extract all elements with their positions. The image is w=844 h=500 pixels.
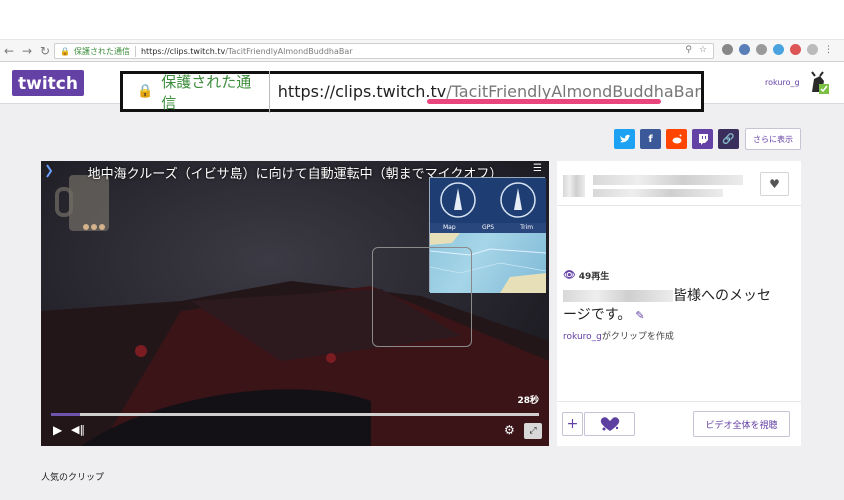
avatar[interactable] <box>804 70 830 96</box>
play-icon[interactable]: ▶ <box>53 423 62 437</box>
brand-text: twitch <box>18 74 78 94</box>
highlight-underline <box>427 99 661 104</box>
divider <box>557 401 801 402</box>
username[interactable]: rokuro_g <box>765 78 800 87</box>
emote-heart-icon <box>600 417 619 431</box>
extensions-area: ⋮ <box>722 44 833 55</box>
creator-suffix: がクリップを作成 <box>601 332 674 342</box>
reload-icon[interactable]: ↻ <box>36 42 54 60</box>
creator-link[interactable]: rokuro_g <box>563 332 602 342</box>
progress-bar[interactable] <box>51 413 539 416</box>
eye-icon: 👁 <box>563 270 576 281</box>
popular-clips-heading: 人気のクリップ <box>41 473 105 483</box>
clip-duration: 28秒 <box>517 396 539 406</box>
video-player[interactable]: 地中海クルーズ（イビサ島）に向けて自動運転中（朝までマイクオフ） ☰ Map G… <box>41 161 549 446</box>
game-name-blurred <box>593 189 723 197</box>
twitter-share-button[interactable] <box>614 129 635 149</box>
settings-gear-icon[interactable]: ⚙ <box>504 423 515 437</box>
gauges <box>430 178 546 223</box>
secure-label-large: 保護された通信 <box>161 70 270 113</box>
reddit-share-button[interactable] <box>666 129 687 149</box>
heart-icon: ♥ <box>769 177 780 191</box>
back-arrow-icon[interactable]: ← <box>0 42 18 60</box>
instrument-tabs: Map GPS Trim <box>430 223 546 233</box>
emote-button[interactable] <box>584 412 635 436</box>
broadcaster-avatar-blurred[interactable] <box>563 175 585 197</box>
more-button[interactable]: さらに表示 <box>745 128 801 150</box>
extension-icon[interactable] <box>739 44 750 55</box>
url-callout: 🔒 保護された通信 https://clips.twitch.tv/TacitF… <box>120 70 704 113</box>
tab-gps[interactable]: GPS <box>469 223 508 233</box>
watch-full-video-button[interactable]: ビデオ全体を視聴 <box>693 411 790 437</box>
add-button[interactable]: + <box>562 412 583 436</box>
twitch-share-button[interactable] <box>692 129 713 149</box>
extension-icon[interactable] <box>807 44 818 55</box>
lock-icon: 🔒 <box>60 46 70 56</box>
plus-icon: + <box>566 416 579 432</box>
url-path: /TacitFriendlyAlmondBuddhaBar <box>225 46 353 56</box>
lock-icon: 🔒 <box>137 84 154 99</box>
twitter-extension-icon[interactable] <box>773 44 784 55</box>
url-host: https://clips.twitch.tv <box>140 46 226 56</box>
fullscreen-icon[interactable]: ⤢ <box>524 423 542 439</box>
player-controls: 28秒 ▶ ◀‖ ⚙ ⤢ <box>41 396 549 446</box>
secure-label: 保護された通信 <box>74 45 136 57</box>
clip-info-panel: ♥ 👁 49再生 皆様へのメッセージです。 ✎ rokuro_gがクリップを作成 … <box>557 161 801 446</box>
broadcaster-name-blurred <box>593 175 743 185</box>
facebook-share-button[interactable]: f <box>640 129 661 149</box>
view-count-text: 49再生 <box>578 272 610 282</box>
address-bar[interactable]: 🔒 保護された通信 https://clips.twitch.tv/TacitF… <box>54 43 714 59</box>
bookmark-star-icon[interactable]: ☆ <box>699 45 707 55</box>
broadcaster-header <box>563 167 743 201</box>
clip-title-blurred-part <box>563 290 673 302</box>
twitter-bird-icon <box>619 134 630 143</box>
copy-link-button[interactable]: 🔗 <box>718 129 739 149</box>
volume-icon[interactable]: ◀‖ <box>71 423 85 436</box>
browser-tab-strip <box>0 0 844 40</box>
forward-arrow-icon[interactable]: → <box>18 42 36 60</box>
view-count: 👁 49再生 <box>563 269 609 282</box>
extension-icon[interactable] <box>756 44 767 55</box>
tab-map[interactable]: Map <box>430 223 469 233</box>
clip-creator: rokuro_gがクリップを作成 <box>563 329 674 342</box>
zoom-icon[interactable]: ⚲ <box>685 45 692 55</box>
url-host-large: https://clips.twitch.tv <box>277 82 447 101</box>
speech-bubble-outline <box>372 247 472 347</box>
extension-icon[interactable] <box>722 44 733 55</box>
browser-menu-icon[interactable]: ⋮ <box>824 45 833 55</box>
edit-pencil-icon[interactable]: ✎ <box>635 309 644 322</box>
share-buttons: f 🔗 <box>614 129 739 149</box>
progress-fill <box>51 413 81 416</box>
extension-icon[interactable] <box>790 44 801 55</box>
follow-heart-button[interactable]: ♥ <box>760 172 789 196</box>
link-icon: 🔗 <box>722 133 735 145</box>
hamburger-menu-icon[interactable]: ☰ <box>533 163 545 174</box>
facebook-icon: f <box>648 133 653 145</box>
reddit-icon <box>672 134 681 144</box>
divider <box>557 205 801 206</box>
tab-trim[interactable]: Trim <box>507 223 546 233</box>
twitch-glitch-icon <box>698 133 708 145</box>
clip-title: 皆様へのメッセージです。 ✎ <box>563 287 783 325</box>
twitch-logo[interactable]: twitch <box>12 70 84 96</box>
